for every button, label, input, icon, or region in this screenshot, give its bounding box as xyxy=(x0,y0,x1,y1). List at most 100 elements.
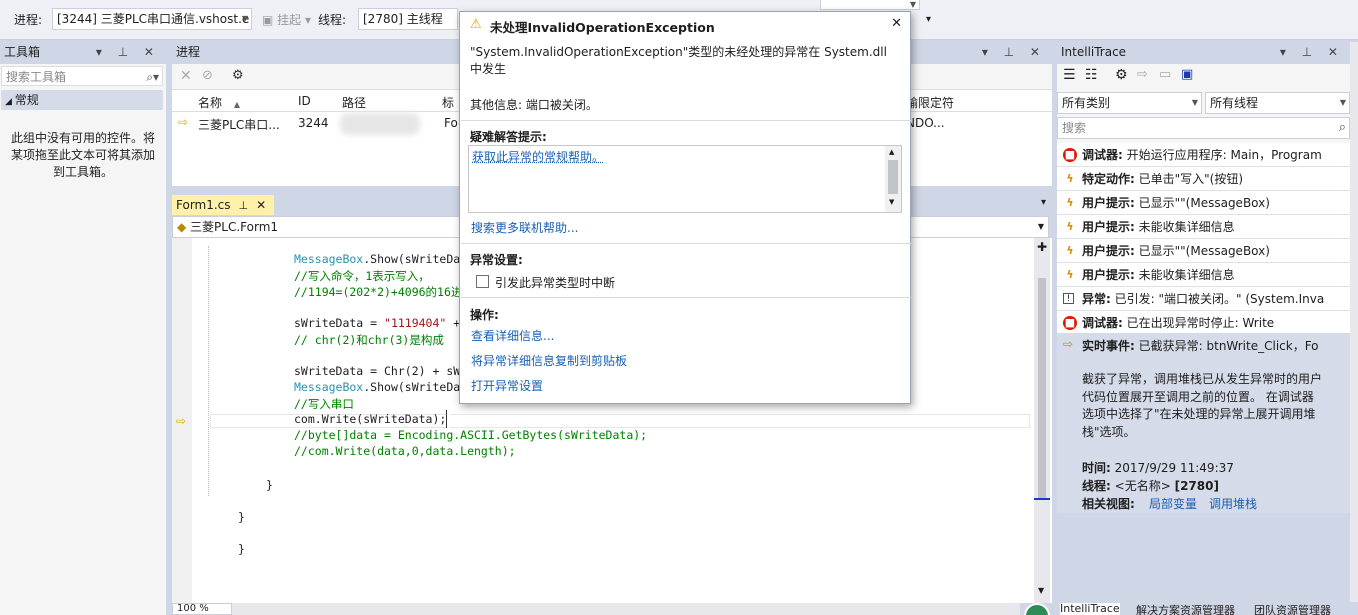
toolbox-group-general[interactable]: ◢ 常规 xyxy=(1,90,163,110)
save-icon[interactable]: ▣ xyxy=(1181,67,1193,82)
blurred-path xyxy=(340,113,420,135)
thread-filter[interactable]: 所有线程 ▼ xyxy=(1205,92,1350,114)
event-category: 调试器: xyxy=(1082,316,1123,330)
open-icon[interactable]: ▭ xyxy=(1159,67,1171,82)
detail-view-icon[interactable]: ☷ xyxy=(1085,67,1098,83)
close-icon[interactable]: ✕ xyxy=(256,198,266,212)
tips-scrollbar[interactable]: ▲ ▼ xyxy=(885,146,901,212)
intellitrace-event[interactable]: ■ 调试器: 开始运行应用程序: Main，Program xyxy=(1057,143,1350,167)
split-icon[interactable]: ✚ xyxy=(1037,240,1047,254)
panel-controls[interactable]: ▾ ⊥ ✕ xyxy=(982,42,1046,63)
open-settings-link[interactable]: 打开异常设置 xyxy=(471,377,543,394)
callstack-link[interactable]: 调用堆栈 xyxy=(1209,495,1257,512)
close-icon[interactable]: ✕ xyxy=(891,16,902,31)
toolbar-overflow-icon[interactable]: ▾ xyxy=(926,14,931,25)
intellitrace-event[interactable]: ϟ 用户提示: 未能收集详细信息 xyxy=(1057,263,1350,287)
event-text: 已显示""(MessageBox) xyxy=(1134,244,1270,258)
event-label: 用户提示: 已显示""(MessageBox) xyxy=(1082,191,1270,214)
intellitrace-controls: ☰ ☷ ⚙ ⇨ ▭ ▣ 所有类别 ▼ 所有线程 ▼ 搜索 ⌕ xyxy=(1057,64,1350,144)
event-category: 实时事件: xyxy=(1082,339,1135,353)
tab-form1-cs[interactable]: Form1.cs ⊥ ✕ xyxy=(172,195,274,215)
suspend-label: 挂起 xyxy=(277,13,302,27)
related-views-label: 相关视图: xyxy=(1082,497,1135,511)
pin-icon[interactable]: ⊥ xyxy=(239,199,249,212)
actions-heading: 操作: xyxy=(470,308,499,322)
lightning-icon: ϟ xyxy=(1066,244,1074,257)
event-label: 调试器: 开始运行应用程序: Main，Program xyxy=(1082,143,1322,166)
category-filter[interactable]: 所有类别 ▼ xyxy=(1057,92,1202,114)
intellitrace-search[interactable]: 搜索 ⌕ xyxy=(1057,117,1350,139)
event-label: 异常: 已引发: "端口被关闭。" (System.Inva xyxy=(1082,287,1324,310)
terminate-icon[interactable]: ⊘ xyxy=(202,68,213,83)
attach-icon[interactable]: ⚙ xyxy=(232,68,244,83)
code-line: //com.Write(data,0,data.Length); xyxy=(294,444,516,458)
scroll-up-icon[interactable]: ▲ xyxy=(889,148,894,156)
copy-details-link[interactable]: 将异常详细信息复制到剪贴板 xyxy=(471,352,627,369)
indent-guide xyxy=(208,246,209,496)
code-line: sWriteData = Chr(2) + sW xyxy=(294,364,460,378)
intellitrace-event[interactable]: ϟ 用户提示: 已显示""(MessageBox) xyxy=(1057,191,1350,215)
process-select[interactable]: [3244] 三菱PLC串口通信.vshost.e ▼ xyxy=(52,8,252,30)
tab-intellitrace[interactable]: IntelliTrace xyxy=(1060,603,1120,615)
stop-icon: ■ xyxy=(1063,316,1077,330)
col-qualifier[interactable]: 输限定符 xyxy=(906,94,954,111)
intellitrace-event[interactable]: ■ 调试器: 已在出现异常时停止: Write xyxy=(1057,311,1350,335)
tab-overflow-icon[interactable]: ▾ xyxy=(1041,197,1046,208)
zoom-select[interactable]: 100 % xyxy=(172,603,232,615)
settings-gear-icon[interactable]: ⚙ xyxy=(1115,67,1128,83)
intellitrace-selected-event[interactable]: ⇨ 实时事件: 已截获异常: btnWrite_Click，Fo 截获了异常，调… xyxy=(1057,333,1350,513)
panel-controls[interactable]: ▾ ⊥ ✕ xyxy=(96,42,160,63)
code-token: MessageBox xyxy=(294,252,364,266)
scroll-thumb[interactable] xyxy=(888,160,898,194)
intellitrace-event[interactable]: ! 异常: 已引发: "端口被关闭。" (System.Inva xyxy=(1057,287,1350,311)
toolbox-search-input[interactable]: 搜索工具箱 ⌕▾ xyxy=(1,66,163,86)
break-checkbox[interactable] xyxy=(476,275,489,288)
intellitrace-title: IntelliTrace xyxy=(1061,45,1127,59)
col-id[interactable]: ID xyxy=(298,94,311,108)
locals-link[interactable]: 局部变量 xyxy=(1149,495,1197,512)
sort-asc-icon: ▲ xyxy=(233,100,240,109)
scroll-down-icon[interactable]: ▼ xyxy=(1038,586,1044,595)
lightning-icon: ϟ xyxy=(1066,172,1074,185)
more-help-link[interactable]: 搜索更多联机帮助... xyxy=(471,219,578,236)
panel-controls[interactable]: ▾ ⊥ ✕ xyxy=(1280,42,1344,63)
list-view-icon[interactable]: ☰ xyxy=(1063,67,1076,83)
group-label: 常规 xyxy=(14,93,39,107)
tab-solution-explorer[interactable]: 解决方案资源管理器 xyxy=(1136,603,1235,615)
divider xyxy=(461,297,911,298)
tab-team-explorer[interactable]: 团队资源管理器 xyxy=(1254,603,1331,615)
right-scrollbar[interactable] xyxy=(1350,42,1358,602)
settings-heading: 异常设置: xyxy=(470,253,523,267)
editor-vscrollbar[interactable]: ✚ ▼ xyxy=(1034,238,1050,603)
thread-id: [2780] xyxy=(1174,479,1219,493)
detach-icon[interactable]: ✕ xyxy=(180,68,192,84)
stack-frame-select[interactable]: ▼ xyxy=(820,0,920,10)
col-name[interactable]: 名称 ▲ xyxy=(198,94,240,111)
process-label: 进程: xyxy=(14,13,43,27)
col-title[interactable]: 标 xyxy=(442,94,454,111)
thread-value: [2780] 主线程 xyxy=(363,12,443,26)
scroll-thumb[interactable] xyxy=(1038,278,1046,498)
general-help-link[interactable]: 获取此异常的常规帮助。 xyxy=(472,148,604,165)
tips-box[interactable]: 获取此异常的常规帮助。 ▲ ▼ xyxy=(468,145,902,213)
code-token: sWriteData = Chr(2) + sW xyxy=(294,364,461,378)
intellitrace-event[interactable]: ϟ 用户提示: 未能收集详细信息 xyxy=(1057,215,1350,239)
view-details-link[interactable]: 查看详细信息... xyxy=(471,327,554,344)
thread-select[interactable]: [2780] 主线程 xyxy=(358,8,458,30)
time-value: 2017/9/29 11:49:37 xyxy=(1114,461,1234,475)
code-line: //写入命令，1表示写入， xyxy=(294,268,430,284)
intellitrace-event[interactable]: ϟ 用户提示: 已显示""(MessageBox) xyxy=(1057,239,1350,263)
intellitrace-event[interactable]: ϟ 特定动作: 已单击"写入"(按钮) xyxy=(1057,167,1350,191)
code-line: MessageBox.Show(sWriteDa xyxy=(294,380,460,394)
thread-name: <无名称> xyxy=(1114,479,1171,493)
forward-icon[interactable]: ⇨ xyxy=(1137,67,1148,82)
scroll-down-icon[interactable]: ▼ xyxy=(889,198,894,206)
col-path[interactable]: 路径 xyxy=(342,94,366,111)
thread-filter-value: 所有线程 xyxy=(1210,96,1259,110)
process-name: 三菱PLC串口... xyxy=(198,118,280,132)
suspend-button[interactable]: ▣ 挂起 ▾ xyxy=(262,11,311,28)
process-id: 3244 xyxy=(298,116,329,130)
code-token: //1194=(202*2)+4096的16进 xyxy=(294,285,463,299)
divider xyxy=(461,120,911,121)
break-checkbox-label[interactable]: 引发此异常类型时中断 xyxy=(495,274,615,291)
